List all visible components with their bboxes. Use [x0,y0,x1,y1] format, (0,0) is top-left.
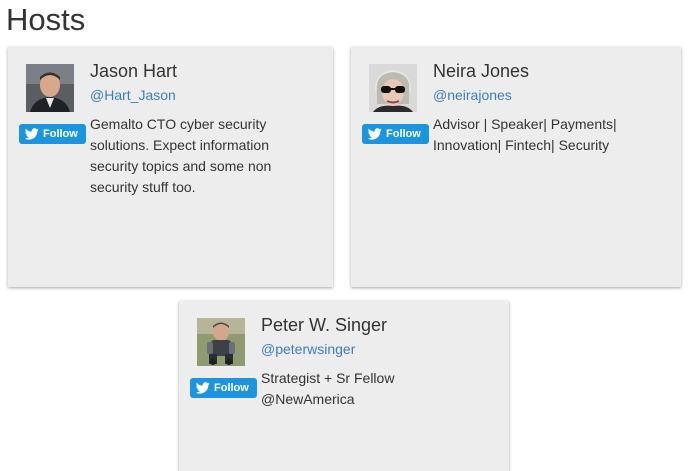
host-bio: Gemalto CTO cyber security solutions. Ex… [90,116,272,195]
follow-label: Follow [386,128,421,140]
avatar[interactable] [26,64,74,112]
host-name: Jason Hart [90,61,178,81]
host-handle-link[interactable]: @neirajones [433,86,512,104]
host-bio: Strategist + Sr Fellow @NewAmerica [261,370,395,407]
avatar-photo [197,318,245,366]
host-card: Follow Jason Hart @Hart_Jason Gemalto CT… [8,47,333,287]
twitter-bird-icon [196,382,210,394]
avatar-photo [26,64,74,112]
follow-button[interactable]: Follow [190,378,257,398]
host-name: Peter W. Singer [261,315,388,335]
follow-label: Follow [43,128,78,140]
host-card: Follow Peter W. Singer @peterwsinger Str… [179,301,509,471]
host-card: Follow Neira Jones @neirajones Advisor |… [351,47,681,287]
twitter-bird-icon [25,128,39,140]
host-handle-link[interactable]: @Hart_Jason [90,86,176,104]
follow-label: Follow [214,382,249,394]
avatar[interactable] [369,64,417,112]
page-title: Hosts [6,2,86,37]
follow-button[interactable]: Follow [362,124,429,144]
twitter-bird-icon [368,128,382,140]
avatar-photo [369,64,417,112]
avatar[interactable] [197,318,245,366]
host-name: Neira Jones [433,61,530,81]
host-bio: Advisor | Speaker| Payments| Innovation|… [433,116,617,153]
follow-button[interactable]: Follow [19,124,86,144]
host-handle-link[interactable]: @peterwsinger [261,340,355,358]
